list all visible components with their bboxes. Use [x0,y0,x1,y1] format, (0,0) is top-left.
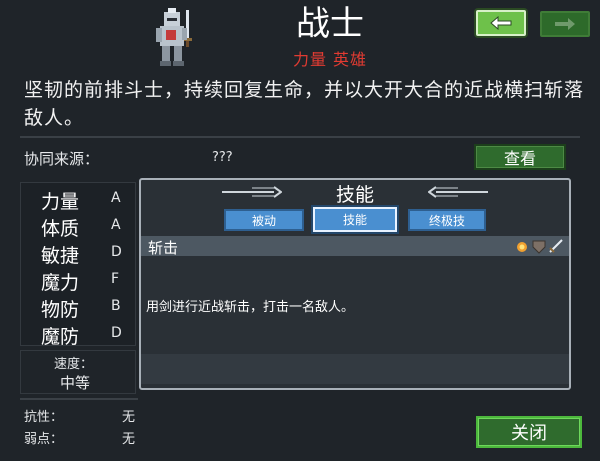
ornament-right-icon [428,186,488,198]
stat-name: 魔力 [41,272,80,294]
stat-grade: B [111,298,121,314]
tab-skill[interactable]: 技能 [313,207,397,232]
arrow-left-icon [490,16,512,30]
stat-row: 体质 A [21,212,137,240]
skill-footer [141,354,569,384]
next-hero-button[interactable] [540,11,590,37]
stat-name: 体质 [41,218,80,240]
stat-grade: A [111,217,121,233]
stat-row: 物防 B [21,293,137,321]
hero-tag: 英雄 [333,50,368,69]
hero-tags: 力量 英雄 [270,46,390,70]
stat-name: 力量 [41,191,80,213]
hero-description: 坚韧的前排斗士，持续回复生命，并以大开大合的近战横扫斩落敌人。 [24,79,585,129]
stat-row: 敏捷 D [21,239,137,267]
ornament-left-icon [222,186,282,198]
hero-tag: 力量 [292,50,327,69]
stats-panel: 力量 A 体质 A 敏捷 D 魔力 F 物防 B 魔防 D [20,182,137,348]
stat-name: 魔防 [41,326,80,348]
weakness-label: 弱点： [24,432,64,447]
stat-grade: F [111,271,120,287]
view-synergy-button[interactable]: 查看 [474,144,566,170]
shield-icon [532,240,546,254]
skill-name: 斩击 [148,239,179,257]
stat-row: 魔力 F [21,266,137,294]
previous-hero-button[interactable] [476,10,526,36]
resistance-value: 无 [122,410,136,425]
skill-description: 用剑进行近战斩击，打击一名敌人。 [146,300,355,315]
stat-grade: A [111,190,121,206]
sword-icon [549,239,563,253]
stat-name: 物防 [41,299,80,321]
stat-name: 敏捷 [41,245,80,267]
skills-heading: 技能 [335,184,374,206]
synergy-label: 协同来源： [24,150,100,168]
stat-grade: D [111,325,122,341]
divider [20,136,580,138]
hero-sprite [156,8,192,66]
stat-row: 力量 A [21,185,137,213]
tab-passive[interactable]: 被动 [224,209,304,231]
speed-label: 速度： [54,357,94,372]
close-button[interactable]: 关闭 [476,416,582,448]
speed-value: 中等 [60,374,91,392]
divider [20,398,138,400]
skill-tag-icons [517,239,563,254]
tab-ultimate[interactable]: 终极技 [408,209,486,231]
stat-grade: D [111,244,122,260]
resistance-label: 抗性： [24,410,64,425]
weakness-value: 无 [122,432,136,447]
skill-row[interactable] [141,236,569,256]
synergy-value: ??? [212,150,233,165]
stat-row: 魔防 D [21,320,137,348]
fire-icon [517,242,527,252]
hero-name: 战士 [296,4,364,44]
arrow-right-icon [555,18,575,30]
